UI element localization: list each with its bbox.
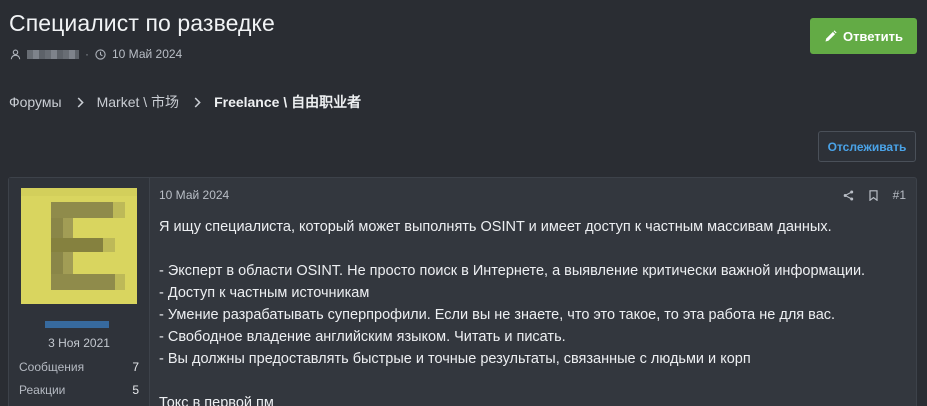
requirement-line: - Свободное владение английским языком. … [159, 329, 566, 345]
requirement-line: - Умение разрабатывать суперпрофили. Есл… [159, 307, 836, 323]
post-author-name-redacted[interactable] [45, 321, 109, 328]
requirement-line: - Эксперт в области OSINT. Не просто пои… [159, 263, 866, 279]
requirement-line: - Вы должны предоставлять быстрые и точн… [159, 351, 751, 367]
clock-icon [95, 48, 106, 60]
post: 3 Ноя 2021 Сообщения 7 Реакции 5 10 Май … [8, 177, 917, 406]
stat-value: 5 [132, 383, 139, 397]
reply-button[interactable]: Ответить [810, 18, 917, 54]
follow-button-label: Отслеживать [827, 139, 907, 154]
post-body: Я ищу специалиста, который может выполня… [159, 216, 909, 406]
stat-messages: Сообщения 7 [19, 360, 139, 374]
thread-page: Специалист по разведке · 10 Май 2024 Отв… [0, 0, 927, 406]
breadcrumb-item-freelance[interactable]: Freelance \ 自由职业者 [214, 92, 361, 112]
page-title: Специалист по разведке [9, 10, 275, 36]
post-date[interactable]: 10 Май 2024 [159, 188, 229, 202]
follow-button[interactable]: Отслеживать [818, 131, 916, 162]
stat-label: Реакции [19, 383, 66, 397]
reply-button-label: Ответить [842, 28, 904, 44]
pencil-icon [825, 29, 837, 41]
breadcrumb-item-market[interactable]: Market \ 市场 [97, 92, 179, 112]
breadcrumb: Форумы Market \ 市场 Freelance \ 自由职业者 [9, 92, 361, 112]
stat-reactions: Реакции 5 [19, 383, 139, 397]
post-intro: Я ищу специалиста, который может выполня… [159, 219, 832, 235]
avatar[interactable] [21, 188, 137, 304]
stat-label: Сообщения [19, 360, 85, 374]
thread-date[interactable]: 10 Май 2024 [112, 47, 182, 61]
chevron-right-icon [194, 96, 201, 108]
join-date: 3 Ноя 2021 [48, 336, 110, 350]
post-outro: Токс в первой пм [159, 395, 274, 406]
breadcrumb-item-forums[interactable]: Форумы [9, 94, 62, 110]
meta-separator: · [85, 47, 89, 61]
thread-meta: · 10 Май 2024 [10, 47, 182, 61]
user-icon [10, 49, 21, 60]
share-icon[interactable] [843, 190, 854, 201]
post-number[interactable]: #1 [893, 188, 906, 202]
thread-author-name-redacted[interactable] [27, 49, 79, 59]
requirement-line: - Доступ к частным источникам [159, 285, 370, 301]
chevron-right-icon [77, 96, 84, 108]
post-actions: #1 [843, 188, 906, 202]
bookmark-icon[interactable] [869, 189, 878, 201]
stat-value: 7 [132, 360, 139, 374]
post-user-cell: 3 Ноя 2021 Сообщения 7 Реакции 5 [9, 178, 150, 406]
